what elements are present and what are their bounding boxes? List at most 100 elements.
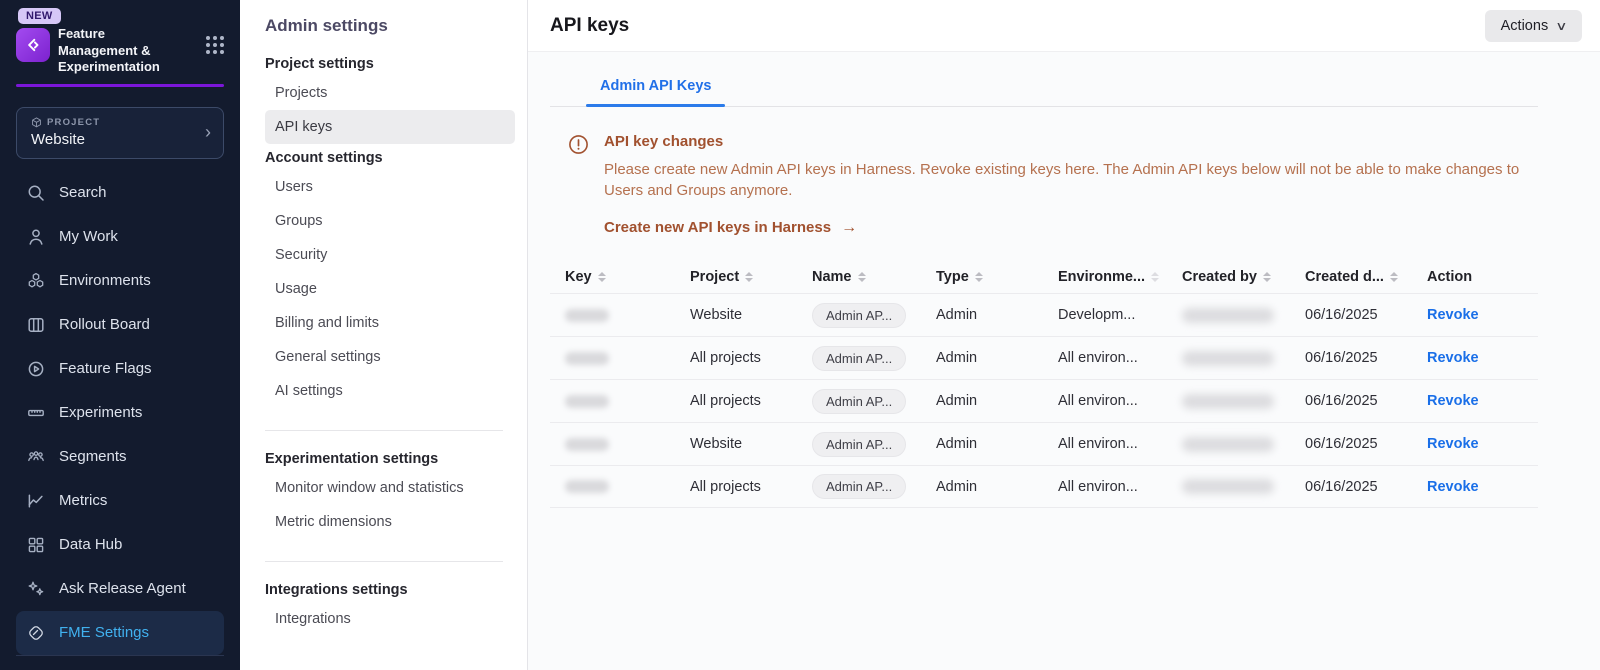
sidebar-item-label: Ask Release Agent [59, 580, 186, 597]
admin-settings-panel: Admin settings Project settings Projects… [240, 0, 528, 670]
settings-item-projects[interactable]: Projects [265, 76, 515, 110]
sort-icon [745, 272, 753, 282]
sidebar-header: NEW Feature Management & Experimentation [0, 0, 240, 76]
settings-item-groups[interactable]: Groups [265, 204, 515, 238]
search-icon [26, 183, 46, 203]
created-date-cell: 06/16/2025 [1290, 307, 1412, 323]
settings-item-ai[interactable]: AI settings [265, 374, 515, 408]
sidebar-item-ask-release-agent[interactable]: Ask Release Agent [16, 567, 224, 611]
project-selector[interactable]: PROJECT Website › [16, 107, 224, 159]
sidebar-item-search[interactable]: Search [16, 171, 224, 215]
brand-accent-rule [16, 84, 224, 87]
environment-cell: All environ... [1043, 393, 1167, 409]
created-date-cell: 06/16/2025 [1290, 479, 1412, 495]
sidebar-item-label: My Work [59, 228, 118, 245]
settings-item-billing[interactable]: Billing and limits [265, 306, 515, 340]
sidebar-item-rollout-board[interactable]: Rollout Board [16, 303, 224, 347]
created-by-cell-redacted [1167, 394, 1290, 409]
actions-button[interactable]: Actions ∨ [1485, 10, 1582, 42]
column-header-project[interactable]: Project [675, 269, 797, 285]
type-cell: Admin [921, 393, 1043, 409]
sidebar-item-fme-settings[interactable]: FME Settings [16, 611, 224, 655]
settings-panel-title: Admin settings [265, 16, 515, 36]
actions-button-label: Actions [1501, 18, 1549, 34]
revoke-link[interactable]: Revoke [1427, 393, 1479, 409]
revoke-link[interactable]: Revoke [1427, 307, 1479, 323]
settings-item-users[interactable]: Users [265, 170, 515, 204]
table-row: All projects Admin AP... Admin All envir… [550, 379, 1538, 422]
column-header-environment[interactable]: Environme... [1043, 269, 1167, 285]
alert-circle-icon [568, 134, 589, 155]
api-key-name-badge: Admin AP... [812, 432, 906, 457]
section-integrations-settings: Integrations settings [265, 582, 515, 598]
settings-item-metric-dimensions[interactable]: Metric dimensions [265, 505, 515, 539]
type-cell: Admin [921, 436, 1043, 452]
created-by-cell-redacted [1167, 437, 1290, 452]
project-cell: Website [675, 436, 797, 452]
create-api-keys-link[interactable]: Create new API keys in Harness → [604, 219, 857, 237]
sidebar-item-my-work[interactable]: My Work [16, 215, 224, 259]
sidebar-divider [16, 655, 224, 656]
created-date-cell: 06/16/2025 [1290, 350, 1412, 366]
sidebar-item-segments[interactable]: Segments [16, 435, 224, 479]
key-cell-redacted [550, 438, 675, 451]
app-sidebar: NEW Feature Management & Experimentation… [0, 0, 240, 670]
sidebar-item-label: Metrics [59, 492, 107, 509]
project-selector-label: PROJECT [47, 117, 100, 128]
settings-item-integrations[interactable]: Integrations [265, 602, 515, 636]
revoke-link[interactable]: Revoke [1427, 479, 1479, 495]
project-cell: All projects [675, 393, 797, 409]
sidebar-item-environments[interactable]: Environments [16, 259, 224, 303]
column-header-type[interactable]: Type [921, 269, 1043, 285]
table-header-row: Key Project Name Type Environme... Creat… [550, 261, 1538, 293]
type-cell: Admin [921, 350, 1043, 366]
key-cell-redacted [550, 395, 675, 408]
key-cell-redacted [550, 352, 675, 365]
project-name: Website [31, 131, 205, 148]
create-api-keys-link-label: Create new API keys in Harness [604, 219, 831, 236]
sidebar-item-label: Environments [59, 272, 151, 289]
section-project-settings: Project settings [265, 56, 515, 72]
main-content: API keys Actions ∨ Admin API Keys API ke… [528, 0, 1600, 670]
settings-item-monitor-window[interactable]: Monitor window and statistics [265, 471, 515, 505]
name-cell: Admin AP... [797, 432, 921, 457]
page-header: API keys Actions ∨ [528, 0, 1600, 52]
settings-divider [265, 430, 503, 431]
project-cell: All projects [675, 350, 797, 366]
key-cell-redacted [550, 480, 675, 493]
hexagons-icon [26, 271, 46, 291]
settings-item-usage[interactable]: Usage [265, 272, 515, 306]
sidebar-item-label: Data Hub [59, 536, 122, 553]
sort-icon [1151, 272, 1159, 282]
table-row: All projects Admin AP... Admin All envir… [550, 465, 1538, 508]
sidebar-item-metrics[interactable]: Metrics [16, 479, 224, 523]
column-header-created-date[interactable]: Created d... [1290, 269, 1412, 285]
warning-title: API key changes [604, 133, 1538, 150]
cube-icon [31, 117, 42, 128]
table-row: Website Admin AP... Admin Developm... 06… [550, 293, 1538, 336]
page-title: API keys [550, 15, 629, 37]
column-header-action: Action [1412, 269, 1538, 285]
table-row: Website Admin AP... Admin All environ...… [550, 422, 1538, 465]
environment-cell: All environ... [1043, 479, 1167, 495]
column-header-name[interactable]: Name [797, 269, 921, 285]
settings-item-general[interactable]: General settings [265, 340, 515, 374]
app-switcher-icon[interactable] [206, 36, 224, 54]
sidebar-item-label: FME Settings [59, 624, 149, 641]
settings-item-security[interactable]: Security [265, 238, 515, 272]
revoke-link[interactable]: Revoke [1427, 436, 1479, 452]
sidebar-item-data-hub[interactable]: Data Hub [16, 523, 224, 567]
split-logo-icon [16, 28, 50, 62]
settings-item-api-keys[interactable]: API keys [265, 110, 515, 144]
api-key-warning: API key changes Please create new Admin … [568, 133, 1538, 237]
sidebar-item-feature-flags[interactable]: Feature Flags [16, 347, 224, 391]
tab-admin-api-keys[interactable]: Admin API Keys [598, 68, 713, 106]
sidebar-item-experiments[interactable]: Experiments [16, 391, 224, 435]
revoke-link[interactable]: Revoke [1427, 350, 1479, 366]
sidebar-item-label: Segments [59, 448, 127, 465]
sidebar-item-label: Experiments [59, 404, 142, 421]
sort-icon [1390, 272, 1398, 282]
column-header-created-by[interactable]: Created by [1167, 269, 1290, 285]
column-header-key[interactable]: Key [550, 269, 675, 285]
environment-cell: Developm... [1043, 307, 1167, 323]
